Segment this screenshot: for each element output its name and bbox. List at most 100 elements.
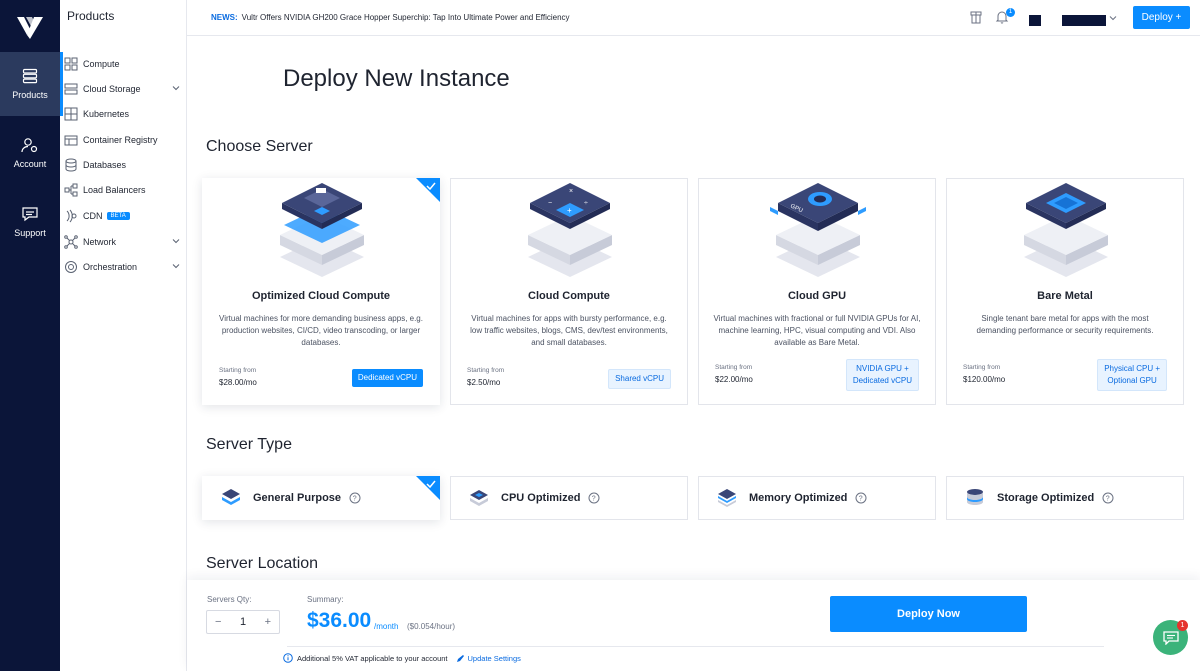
subnav-item-orchestration[interactable]: Orchestration — [62, 257, 186, 277]
rail-item-products[interactable]: Products — [0, 52, 60, 116]
subnav-label: Orchestration — [83, 262, 138, 272]
divider — [287, 646, 1104, 647]
rail-label-products: Products — [12, 90, 48, 100]
starting-from-label: Starting from — [963, 364, 1001, 371]
subnav-label: Load Balancers — [83, 185, 146, 195]
server-card-cloud-compute[interactable]: × − ÷ + Cloud Compute Virtual machines f… — [450, 178, 688, 405]
tag-line: NVIDIA GPU + — [856, 364, 909, 373]
section-heading-server-location: Server Location — [206, 555, 319, 572]
subnav-label: Kubernetes — [83, 109, 130, 119]
card-description: Virtual machines with fractional or full… — [713, 314, 921, 347]
help-icon[interactable]: ? — [349, 492, 361, 504]
cloud-gpu-illustration: GPU — [770, 183, 866, 277]
server-type-label: General Purpose — [253, 492, 342, 504]
help-icon[interactable]: ? — [1102, 492, 1114, 504]
memory-icon — [718, 489, 736, 507]
kubernetes-icon — [64, 107, 78, 121]
top-bar: NEWS: Vultr Offers NVIDIA GH200 Grace Hop… — [187, 0, 1200, 36]
rail-item-support[interactable]: Support — [0, 190, 60, 254]
help-icon[interactable]: ? — [855, 492, 867, 504]
card-title: Cloud Compute — [528, 290, 610, 302]
tag-line: Optional GPU — [1107, 376, 1157, 385]
avatar[interactable] — [1029, 15, 1041, 26]
subnav-item-compute[interactable]: Compute — [62, 54, 186, 74]
subnav-item-kubernetes[interactable]: Kubernetes — [62, 104, 186, 124]
subnav-item-network[interactable]: Network — [62, 232, 186, 252]
rail-item-account[interactable]: Account — [0, 121, 60, 185]
gift-icon[interactable] — [969, 10, 983, 24]
server-type-general-purpose[interactable]: General Purpose ? — [202, 476, 440, 520]
news-ticker[interactable]: NEWS: Vultr Offers NVIDIA GH200 Grace Hop… — [211, 13, 570, 22]
subnav-title: Products — [67, 9, 115, 23]
starting-from-label: Starting from — [219, 367, 257, 374]
chat-icon — [1162, 630, 1179, 645]
server-card-bare-metal[interactable]: Bare Metal Single tenant bare metal for … — [946, 178, 1184, 405]
chevron-down-icon[interactable] — [1109, 14, 1117, 22]
vcpu-tag: Shared vCPU — [608, 369, 671, 389]
starting-price: $120.00/mo — [963, 375, 1006, 384]
starting-from-label: Starting from — [715, 364, 753, 371]
starting-price: $28.00/mo — [219, 378, 257, 387]
subnav-item-load-balancers[interactable]: Load Balancers — [62, 180, 186, 200]
vultr-logo[interactable] — [17, 17, 43, 39]
subnav-label: Databases — [83, 160, 127, 170]
chevron-down-icon[interactable] — [172, 237, 180, 245]
subnav-label: Network — [83, 237, 117, 247]
increment-button[interactable]: + — [265, 616, 271, 628]
server-type-memory-optimized[interactable]: Memory Optimized ? — [698, 476, 936, 520]
svg-text:+: + — [567, 206, 572, 215]
rail-label-account: Account — [13, 159, 47, 169]
bare-metal-illustration — [1024, 183, 1108, 277]
section-heading-server-type: Server Type — [206, 436, 292, 453]
server-type-label: Storage Optimized — [997, 492, 1095, 504]
svg-text:×: × — [569, 188, 573, 195]
summary-price: $36.00 — [307, 609, 372, 632]
starting-price: $2.50/mo — [467, 378, 501, 387]
account-name-redacted[interactable] — [1062, 15, 1106, 26]
cdn-icon — [66, 209, 77, 223]
network-icon — [64, 235, 78, 249]
card-description: Virtual machines for more demanding busi… — [219, 314, 423, 347]
starting-price: $22.00/mo — [715, 375, 753, 384]
decrement-button[interactable]: − — [215, 616, 221, 628]
load-balancer-icon — [64, 183, 78, 197]
update-settings-label[interactable]: Update Settings — [468, 654, 521, 663]
orchestration-icon — [65, 261, 77, 273]
deploy-button[interactable]: Deploy + — [1133, 6, 1190, 29]
news-label: NEWS: — [211, 13, 238, 22]
chevron-down-icon[interactable] — [172, 262, 180, 270]
pencil-icon — [456, 654, 464, 662]
page-title: Deploy New Instance — [283, 65, 510, 92]
cpu-icon — [470, 490, 488, 506]
chevron-down-icon[interactable] — [172, 84, 180, 92]
server-card-optimized-cloud-compute[interactable]: Optimized Cloud Compute Virtual machines… — [202, 178, 440, 405]
subnav-label: Compute — [83, 59, 120, 69]
registry-icon — [64, 135, 78, 146]
quantity-value[interactable]: 1 — [240, 616, 246, 628]
quantity-stepper[interactable]: − 1 + — [206, 610, 280, 634]
svg-text:?: ? — [859, 496, 863, 503]
svg-text:−: − — [548, 200, 552, 207]
subnav-item-cdn[interactable]: CDN BETA — [62, 206, 186, 226]
notification-badge: 1 — [1006, 8, 1015, 17]
card-title: Bare Metal — [1037, 290, 1093, 302]
server-type-cpu-optimized[interactable]: CPU Optimized ? — [450, 476, 688, 520]
update-settings-link[interactable]: Update Settings — [456, 654, 521, 663]
tag-line: Physical CPU + — [1104, 364, 1160, 373]
subnav-item-container-registry[interactable]: Container Registry — [62, 130, 186, 150]
help-icon[interactable]: ? — [588, 492, 600, 504]
server-stack-icon — [22, 68, 38, 84]
per-month-label: /month — [374, 622, 399, 631]
subnav-item-databases[interactable]: Databases — [62, 155, 186, 175]
vat-notice: Additional 5% VAT applicable to your acc… — [283, 653, 521, 663]
deploy-now-button[interactable]: Deploy Now — [830, 596, 1027, 632]
subnav-item-cloud-storage[interactable]: Cloud Storage — [62, 79, 186, 99]
subnav-label: CDN — [83, 211, 103, 221]
news-text[interactable]: Vultr Offers NVIDIA GH200 Grace Hopper S… — [242, 13, 570, 22]
check-icon — [426, 182, 436, 190]
info-icon — [283, 653, 293, 663]
check-icon — [426, 480, 436, 488]
server-type-storage-optimized[interactable]: Storage Optimized ? — [946, 476, 1184, 520]
cloud-compute-illustration: × − ÷ + — [528, 183, 612, 277]
server-card-cloud-gpu[interactable]: GPU Cloud GPU Virtual machines with frac… — [698, 178, 936, 405]
